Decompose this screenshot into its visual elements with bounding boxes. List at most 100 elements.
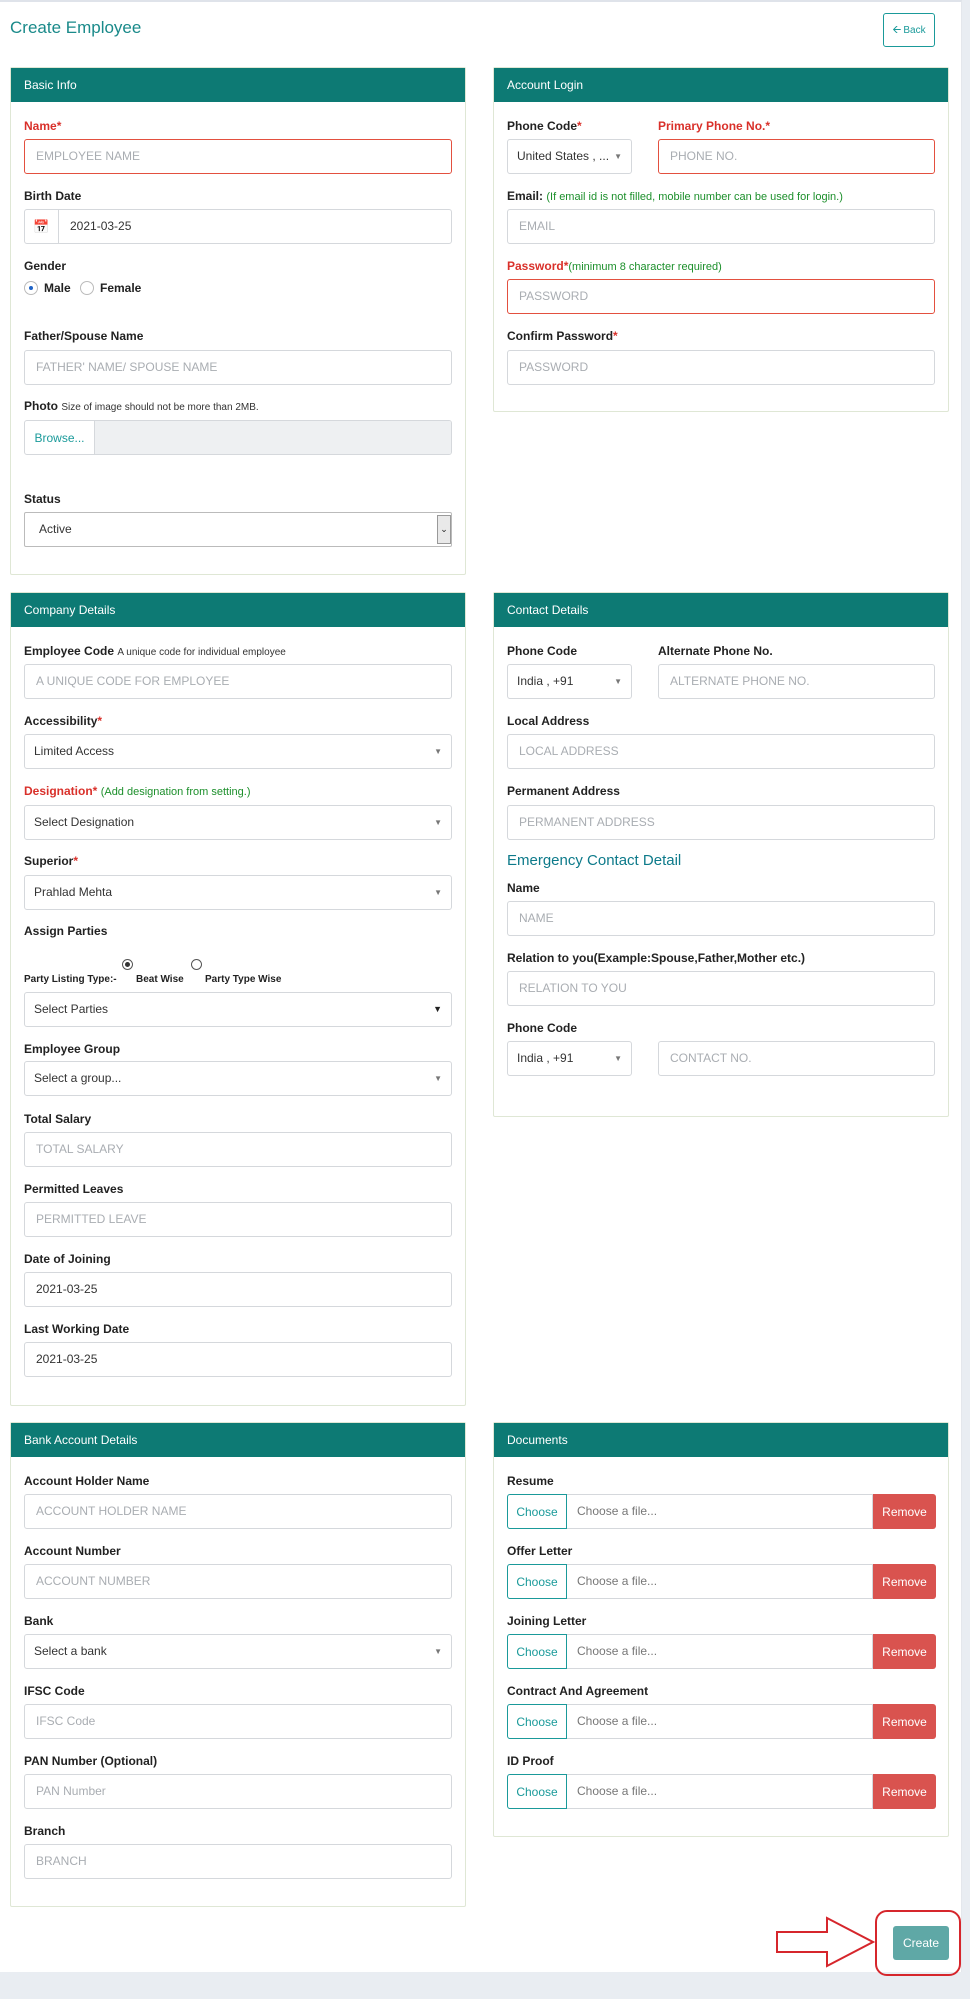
designation-select[interactable]: Select Designation ▼ (24, 805, 452, 840)
birth-date-input[interactable]: 📅 2021-03-25 (24, 209, 452, 244)
file-name-field[interactable]: Choose a file... (567, 1634, 873, 1669)
browse-button[interactable]: Browse... (25, 421, 95, 454)
permitted-leaves-input[interactable]: PERMITTED LEAVE (24, 1202, 452, 1237)
superior-select[interactable]: Prahlad Mehta ▼ (24, 875, 452, 910)
remove-file-button[interactable]: Remove (873, 1704, 936, 1739)
chevron-down-icon: ▼ (614, 152, 622, 161)
designation-label: Designation* (Add designation from setti… (24, 784, 251, 798)
pan-input[interactable]: PAN Number (24, 1774, 452, 1809)
remove-file-button[interactable]: Remove (873, 1564, 936, 1599)
account-holder-input[interactable]: ACCOUNT HOLDER NAME (24, 1494, 452, 1529)
pan-label: PAN Number (Optional) (24, 1754, 158, 1768)
employee-name-input[interactable]: EMPLOYEE NAME (24, 139, 452, 174)
beat-wise-radio[interactable] (122, 959, 133, 970)
chevron-down-icon: ▼ (434, 1074, 442, 1083)
chevron-down-icon: ▼ (433, 1004, 442, 1014)
document-label: Contract And Agreement (507, 1684, 649, 1698)
phone-code-label: Phone Code* (507, 119, 582, 133)
emergency-phone-code-select[interactable]: India , +91 ▼ (507, 1041, 632, 1076)
status-label: Status (24, 492, 61, 506)
basic-info-header: Basic Info (11, 68, 465, 102)
password-label: Password*(minimum 8 character required) (507, 259, 722, 273)
chevron-down-icon: ▼ (434, 888, 442, 897)
emergency-contact-input[interactable]: CONTACT NO. (658, 1041, 935, 1076)
parties-select[interactable]: Select Parties ▼ (24, 992, 452, 1027)
alternate-phone-label: Alternate Phone No. (658, 644, 773, 658)
beat-wise-label: Beat Wise (136, 974, 184, 985)
choose-file-button[interactable]: Choose (507, 1704, 567, 1739)
party-type-wise-radio[interactable] (191, 959, 202, 970)
file-name-field[interactable]: Choose a file... (567, 1704, 873, 1739)
remove-file-button[interactable]: Remove (873, 1494, 936, 1529)
file-name-field[interactable]: Choose a file... (567, 1774, 873, 1809)
choose-file-button[interactable]: Choose (507, 1564, 567, 1599)
chevron-down-icon: ▼ (614, 677, 622, 686)
permanent-address-input[interactable]: PERMANENT ADDRESS (507, 805, 935, 840)
birth-date-value: 2021-03-25 (70, 219, 132, 233)
account-number-input[interactable]: ACCOUNT NUMBER (24, 1564, 452, 1599)
choose-file-button[interactable]: Choose (507, 1494, 567, 1529)
page-title: Create Employee (10, 18, 142, 37)
back-button[interactable]: 🡨 Back (883, 13, 935, 47)
contact-details-header: Contact Details (494, 593, 948, 627)
status-select[interactable]: Active ⌄ (24, 512, 452, 547)
emergency-name-input[interactable]: NAME (507, 901, 935, 936)
confirm-password-label: Confirm Password* (507, 329, 618, 343)
photo-label: Photo Size of image should not be more t… (24, 399, 259, 413)
primary-phone-input[interactable]: PHONE NO. (658, 139, 935, 174)
gender-female-radio[interactable]: Female (80, 281, 141, 295)
account-login-header: Account Login (494, 68, 948, 102)
file-name-field[interactable]: Choose a file... (567, 1564, 873, 1599)
create-button[interactable]: Create (893, 1926, 949, 1960)
remove-file-button[interactable]: Remove (873, 1634, 936, 1669)
email-input[interactable]: EMAIL (507, 209, 935, 244)
last-working-date-input[interactable]: 2021-03-25 (24, 1342, 452, 1377)
accessibility-label: Accessibility* (24, 714, 103, 728)
assign-parties-label: Assign Parties (24, 924, 108, 938)
gender-label: Gender (24, 259, 67, 273)
last-working-date-label: Last Working Date (24, 1322, 130, 1336)
document-label: Resume (507, 1474, 554, 1488)
party-listing-label: Party Listing Type:- (24, 974, 117, 985)
document-row-id-proof: Choose Choose a file... Remove (507, 1774, 936, 1809)
local-address-input[interactable]: LOCAL ADDRESS (507, 734, 935, 769)
branch-input[interactable]: BRANCH (24, 1844, 452, 1879)
accessibility-select[interactable]: Limited Access ▼ (24, 734, 452, 769)
photo-file-input[interactable]: Browse... (24, 420, 452, 455)
account-number-label: Account Number (24, 1544, 121, 1558)
total-salary-input[interactable]: TOTAL SALARY (24, 1132, 452, 1167)
status-value: Active (39, 522, 72, 536)
documents-header: Documents (494, 1423, 948, 1457)
bank-details-header: Bank Account Details (11, 1423, 465, 1457)
ifsc-label: IFSC Code (24, 1684, 85, 1698)
employee-group-select[interactable]: Select a group... ▼ (24, 1061, 452, 1096)
employee-code-input[interactable]: A UNIQUE CODE FOR EMPLOYEE (24, 664, 452, 699)
chevron-down-icon: ▼ (434, 747, 442, 756)
file-name-field[interactable]: Choose a file... (567, 1494, 873, 1529)
chevron-down-icon: ▼ (434, 818, 442, 827)
choose-file-button[interactable]: Choose (507, 1634, 567, 1669)
email-label: Email: (If email id is not filled, mobil… (507, 189, 843, 203)
branch-label: Branch (24, 1824, 66, 1838)
gender-male-radio[interactable]: Male (24, 281, 71, 295)
password-input[interactable]: PASSWORD (507, 279, 935, 314)
radio-selected-icon (24, 281, 38, 295)
choose-file-button[interactable]: Choose (507, 1774, 567, 1809)
chevron-down-icon: ⌄ (437, 515, 451, 544)
ifsc-input[interactable]: IFSC Code (24, 1704, 452, 1739)
contact-phone-code-select[interactable]: India , +91 ▼ (507, 664, 632, 699)
permitted-leaves-label: Permitted Leaves (24, 1182, 124, 1196)
document-row-offer-letter: Choose Choose a file... Remove (507, 1564, 936, 1599)
contact-phone-code-label: Phone Code (507, 644, 578, 658)
name-label: Name* (24, 119, 62, 133)
phone-code-select[interactable]: United States , ... ▼ (507, 139, 632, 174)
confirm-password-input[interactable]: PASSWORD (507, 350, 935, 385)
photo-file-field (95, 421, 451, 454)
alternate-phone-input[interactable]: ALTERNATE PHONE NO. (658, 664, 935, 699)
remove-file-button[interactable]: Remove (873, 1774, 936, 1809)
father-name-input[interactable]: FATHER' NAME/ SPOUSE NAME (24, 350, 452, 385)
bank-select[interactable]: Select a bank ▼ (24, 1634, 452, 1669)
joining-date-input[interactable]: 2021-03-25 (24, 1272, 452, 1307)
permanent-address-label: Permanent Address (507, 784, 620, 798)
relation-input[interactable]: RELATION TO YOU (507, 971, 935, 1006)
